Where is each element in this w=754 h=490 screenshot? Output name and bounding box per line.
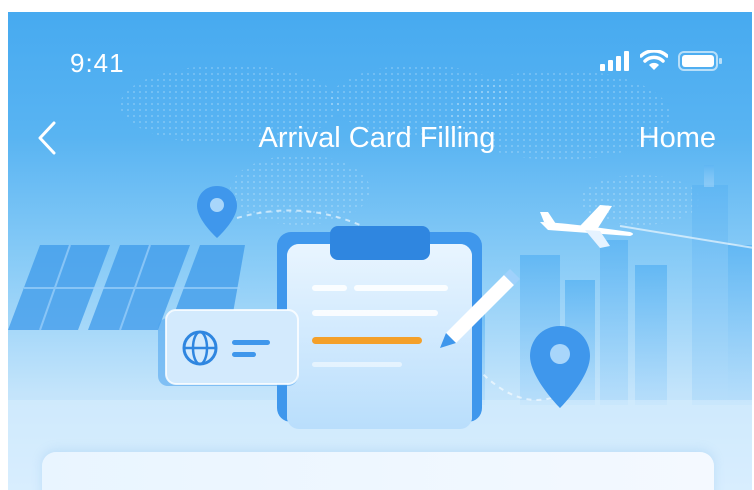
frame-top [0,0,754,12]
id-card [158,309,299,386]
airplane-icon [540,205,754,249]
arrival-card-screen: 9:41 Arrival Card Filling Home [0,0,754,490]
form-card [42,452,714,490]
wifi-icon [640,50,668,70]
signal-icon [600,51,629,71]
home-button[interactable]: Home [639,122,716,155]
frame-left [0,0,8,490]
clipboard-icon [277,226,482,429]
location-pin-icon [197,186,237,238]
status-icons [600,50,724,72]
location-pin-large-icon [530,326,590,408]
arrival-card-illustration [158,186,754,429]
battery-icon [678,51,722,71]
status-time: 9:41 [70,48,125,78]
